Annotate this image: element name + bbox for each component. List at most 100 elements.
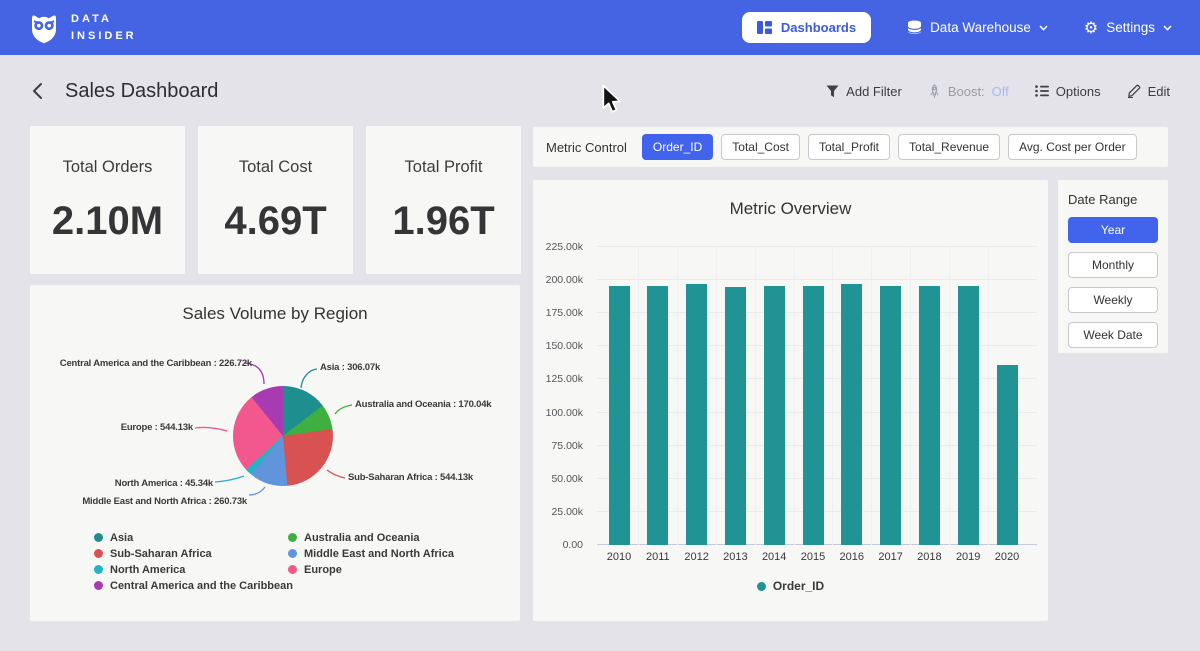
kpi-value: 2.10M (30, 199, 185, 244)
date-range-button-year[interactable]: Year (1068, 217, 1158, 243)
pie-label-mena: Middle East and North Africa : 260.73k (82, 496, 247, 507)
options-button[interactable]: Options (1035, 84, 1101, 99)
kpi-value: 1.96T (366, 199, 521, 244)
filter-funnel-icon (826, 85, 839, 98)
bar-2020 (997, 365, 1018, 545)
vertical-gridline (677, 247, 678, 545)
bar-2017 (880, 286, 901, 545)
legend-label: Central America and the Caribbean (110, 580, 293, 592)
options-list-icon (1035, 85, 1049, 97)
metric-button-avg-cost-per-order[interactable]: Avg. Cost per Order (1008, 134, 1137, 160)
x-tick-label: 2019 (948, 551, 988, 563)
pie-label-north-america: North America : 45.34k (115, 478, 213, 489)
dashboards-label: Dashboards (781, 20, 856, 35)
metric-button-total-revenue[interactable]: Total_Revenue (898, 134, 1000, 160)
gridline (597, 246, 1037, 247)
chevron-left-icon (32, 82, 43, 100)
bar-2012 (686, 284, 707, 545)
y-tick-label: 225.00k (546, 241, 583, 253)
bar-2013 (725, 287, 746, 545)
vertical-gridline (988, 247, 989, 545)
boost-label: Boost: (948, 84, 985, 99)
legend-label: Asia (110, 532, 133, 544)
page-header: Sales Dashboard Add Filter Boost: Off (0, 55, 1200, 127)
pie (233, 386, 333, 486)
pie-chart-title: Sales Volume by Region (30, 285, 520, 324)
pie-legend-column-2: Australia and Oceania Middle East and No… (288, 532, 454, 575)
bar-xlabels: 2010201120122013201420152016201720182019… (597, 551, 1037, 565)
legend-dot (94, 549, 103, 558)
legend-label: Australia and Oceania (304, 532, 420, 544)
vertical-gridline (794, 247, 795, 545)
x-tick-label: 2012 (677, 551, 717, 563)
bar-2011 (647, 286, 668, 545)
y-tick-label: 50.00k (551, 473, 583, 485)
dashboards-grid-icon (757, 21, 772, 34)
gridline (597, 279, 1037, 280)
legend-item-europe[interactable]: Europe (288, 564, 454, 575)
bar-2016 (841, 284, 862, 545)
legend-dot (288, 533, 297, 542)
data-warehouse-menu[interactable]: Data Warehouse (907, 20, 1048, 35)
legend-item-sub-saharan-africa[interactable]: Sub-Saharan Africa (94, 548, 293, 559)
metric-overview-card: Metric Overview 0.0025.00k50.00k75.00k10… (533, 180, 1048, 621)
settings-menu[interactable]: ⚙ Settings (1084, 20, 1172, 36)
date-range-button-week-date[interactable]: Week Date (1068, 322, 1158, 348)
y-tick-label: 100.00k (546, 407, 583, 419)
dashboards-button[interactable]: Dashboards (742, 12, 871, 43)
owl-logo-icon (28, 11, 60, 45)
bar-chart-title: Metric Overview (533, 180, 1048, 219)
metric-button-order-id[interactable]: Order_ID (642, 134, 713, 160)
date-range-card: Date Range Year Monthly Weekly Week Date (1058, 180, 1168, 353)
legend-item-asia[interactable]: Asia (94, 532, 293, 543)
back-button[interactable] (30, 80, 45, 102)
legend-item-mena[interactable]: Middle East and North Africa (288, 548, 454, 559)
y-tick-label: 150.00k (546, 340, 583, 352)
legend-label: Sub-Saharan Africa (110, 548, 212, 560)
settings-label: Settings (1106, 20, 1155, 35)
chevron-down-icon (1163, 25, 1172, 31)
vertical-gridline (755, 247, 756, 545)
pie-legend-column-1: Asia Sub-Saharan Africa North America Ce… (94, 532, 293, 591)
edit-button[interactable]: Edit (1127, 84, 1170, 99)
legend-dot (288, 549, 297, 558)
options-label: Options (1056, 84, 1101, 99)
y-tick-label: 25.00k (551, 506, 583, 518)
x-tick-label: 2011 (638, 551, 678, 563)
kpi-label: Total Cost (198, 158, 353, 177)
legend-item-north-america[interactable]: North America (94, 564, 293, 575)
y-tick-label: 125.00k (546, 373, 583, 385)
kpi-card-total-orders: Total Orders 2.10M (30, 126, 185, 274)
bar-ylabels: 0.0025.00k50.00k75.00k100.00k125.00k150.… (533, 247, 589, 545)
brand[interactable]: DATA INSIDER (28, 11, 137, 45)
bar-legend-item[interactable]: Order_ID (533, 579, 1048, 593)
legend-dot (757, 582, 766, 591)
legend-item-australia-oceania[interactable]: Australia and Oceania (288, 532, 454, 543)
kpi-card-total-cost: Total Cost 4.69T (198, 126, 353, 274)
page-title: Sales Dashboard (65, 80, 218, 103)
gear-icon: ⚙ (1084, 20, 1098, 36)
vertical-gridline (949, 247, 950, 545)
chevron-down-icon (1039, 25, 1048, 31)
add-filter-button[interactable]: Add Filter (826, 84, 902, 99)
vertical-gridline (910, 247, 911, 545)
date-range-button-monthly[interactable]: Monthly (1068, 252, 1158, 278)
sales-dashboard-app: DATA INSIDER Dashboards D (0, 0, 1200, 651)
rocket-icon (928, 84, 941, 98)
bar-2014 (764, 286, 785, 545)
metric-control-label: Metric Control (546, 140, 627, 155)
boost-toggle[interactable]: Boost: Off (928, 84, 1009, 99)
edit-label: Edit (1148, 84, 1170, 99)
sales-volume-by-region-card: Sales Volume by Region Asia : 306.07k Au… (30, 285, 520, 621)
database-icon (907, 20, 922, 35)
metric-button-total-cost[interactable]: Total_Cost (721, 134, 800, 160)
x-tick-label: 2020 (987, 551, 1027, 563)
y-tick-label: 200.00k (546, 274, 583, 286)
legend-item-central-america[interactable]: Central America and the Caribbean (94, 580, 293, 591)
brand-line2: INSIDER (71, 28, 137, 45)
metric-button-total-profit[interactable]: Total_Profit (808, 134, 890, 160)
date-range-button-weekly[interactable]: Weekly (1068, 287, 1158, 313)
kpi-card-total-profit: Total Profit 1.96T (366, 126, 521, 274)
vertical-gridline (716, 247, 717, 545)
vertical-gridline (638, 247, 639, 545)
